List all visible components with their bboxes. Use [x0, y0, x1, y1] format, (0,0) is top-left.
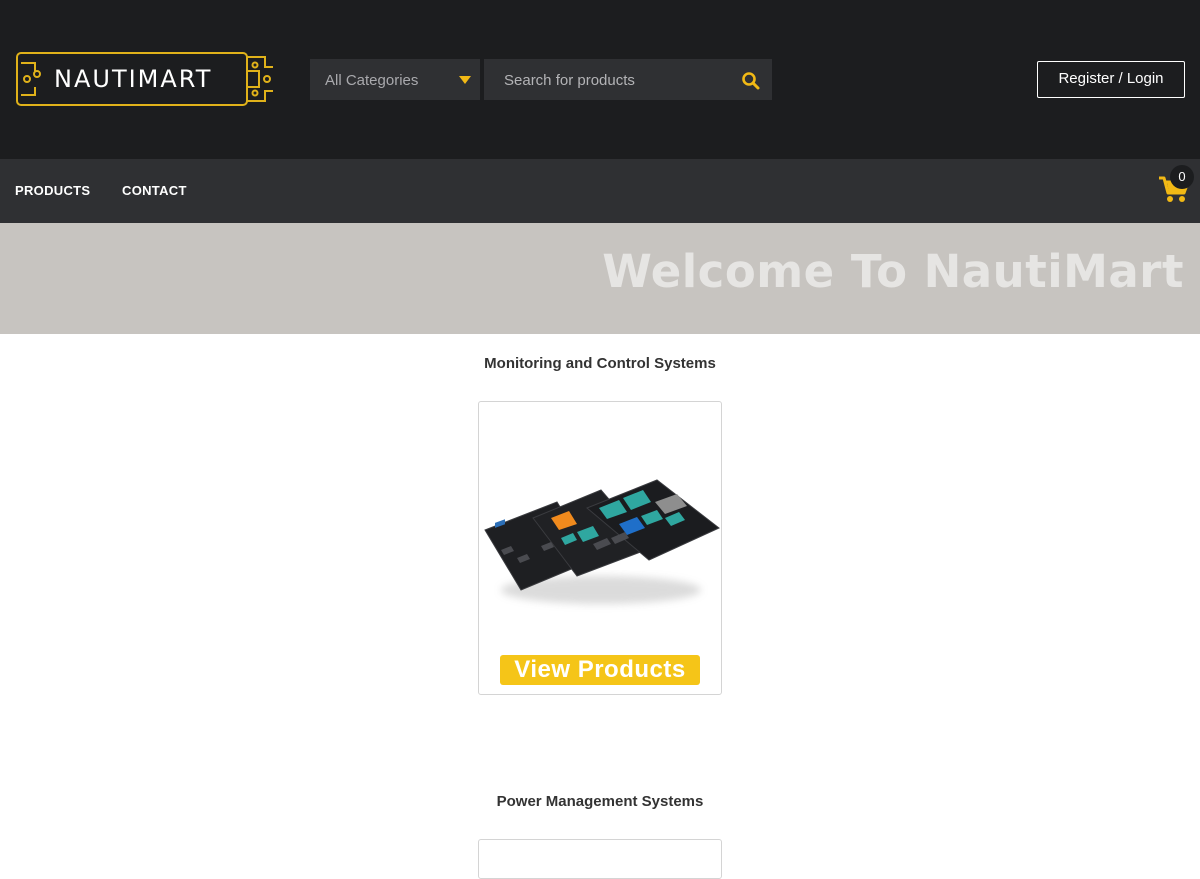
category-select[interactable]: All Categories: [310, 59, 480, 100]
view-products-button[interactable]: View Products: [500, 655, 700, 685]
category-card-power[interactable]: [478, 839, 722, 879]
nav-item-contact[interactable]: CONTACT: [122, 159, 187, 223]
monitoring-screens-image: [484, 479, 720, 604]
section-title-power: Power Management Systems: [496, 793, 704, 810]
main-nav: PRODUCTS CONTACT: [0, 159, 1200, 223]
search-icon[interactable]: [741, 71, 761, 91]
cart-count-badge: 0: [1170, 165, 1194, 189]
search-placeholder: Search for products: [504, 72, 635, 89]
register-login-button[interactable]: Register / Login: [1037, 61, 1185, 98]
nautimart-logo[interactable]: NAUTIMART: [15, 49, 275, 109]
nav-item-products[interactable]: PRODUCTS: [15, 159, 90, 223]
hero-title: Welcome To NautiMart: [602, 245, 1184, 298]
category-card-monitoring[interactable]: View Products: [478, 401, 722, 695]
search-input[interactable]: Search for products: [484, 59, 772, 100]
category-select-value: All Categories: [325, 72, 419, 89]
top-header: NAUTIMART All Categories Search for prod…: [0, 0, 1200, 159]
logo-text: NAUTIMART: [54, 65, 213, 93]
section-title-monitoring: Monitoring and Control Systems: [484, 355, 716, 372]
hero-banner: Welcome To NautiMart: [0, 223, 1200, 334]
caret-down-icon: [459, 76, 471, 84]
